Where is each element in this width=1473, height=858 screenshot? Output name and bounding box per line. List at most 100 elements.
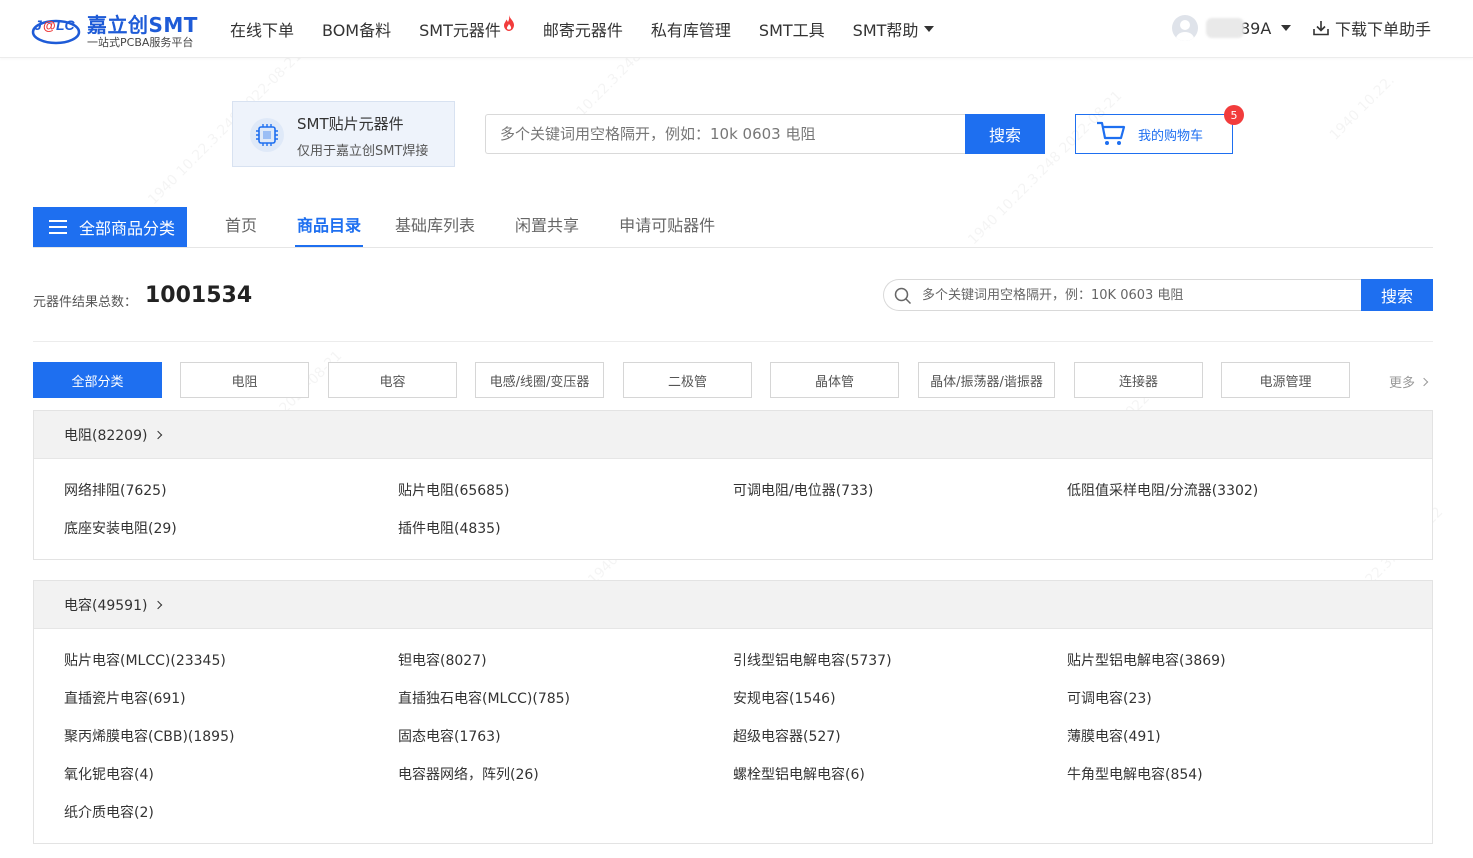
download-assistant-link[interactable]: 下载下单助手 — [1312, 16, 1431, 40]
panel-body: 网络排阻(7625) 贴片电阻(65685) 可调电阻/电位器(733) 低阻值… — [34, 459, 1432, 537]
smt-components-card[interactable]: SMT贴片元器件 仅用于嘉立创SMT焊接 — [232, 101, 455, 167]
pill-resistor[interactable]: 电阻 — [180, 362, 309, 398]
user-menu[interactable]: 89A — [1172, 14, 1292, 42]
subcategory-link[interactable]: 引线型铝电解电容(5737) — [733, 650, 892, 670]
pill-power-management[interactable]: 电源管理 — [1221, 362, 1350, 398]
result-count-label: 元器件结果总数： — [33, 295, 138, 310]
catalog-search-box — [883, 279, 1361, 311]
download-icon — [1313, 21, 1329, 36]
search-icon — [894, 287, 912, 305]
nav-smt-components[interactable]: SMT元器件 — [419, 15, 515, 41]
svg-text:@: @ — [43, 18, 56, 33]
pill-transistor[interactable]: 晶体管 — [770, 362, 899, 398]
subcategory-link[interactable]: 可调电阻/电位器(733) — [733, 480, 873, 500]
nav-label: 私有库管理 — [650, 21, 731, 40]
nav-label: 邮寄元器件 — [542, 21, 623, 40]
smt-card-subtitle: 仅用于嘉立创SMT焊接 — [297, 144, 429, 159]
nav-label: BOM备料 — [322, 21, 392, 40]
chip-icon — [250, 118, 284, 152]
panel-title: 电阻(82209) — [64, 427, 148, 444]
nav-label: 在线下单 — [230, 21, 295, 40]
pill-diode[interactable]: 二极管 — [623, 362, 752, 398]
subcategory-link[interactable]: 钽电容(8027) — [398, 650, 487, 670]
logo-mark-icon: J @ LC — [31, 17, 81, 45]
main-search-input[interactable] — [485, 114, 965, 154]
subcategory-link[interactable]: 网络排阻(7625) — [64, 480, 167, 500]
fire-icon — [503, 15, 514, 31]
pill-all[interactable]: 全部分类 — [33, 362, 162, 398]
svg-text:J: J — [34, 17, 43, 33]
user-name: 89A — [1240, 18, 1272, 38]
subcategory-link[interactable]: 低阻值采样电阻/分流器(3302) — [1067, 480, 1258, 500]
subcategory-link[interactable]: 薄膜电容(491) — [1067, 726, 1161, 746]
download-label: 下载下单助手 — [1335, 20, 1432, 39]
top-header: J @ LC 嘉立创SMT 一站式PCBA服务平台 在线下单 BOM备料 SMT… — [0, 0, 1473, 58]
subcategory-link[interactable]: 螺栓型铝电解电容(6) — [733, 764, 865, 784]
subcategory-link[interactable]: 安规电容(1546) — [733, 688, 836, 708]
all-categories-button[interactable]: 全部商品分类 — [33, 207, 187, 247]
subcategory-link[interactable]: 固态电容(1763) — [398, 726, 501, 746]
subcategory-link[interactable]: 电容器网络，阵列(26) — [398, 764, 539, 784]
all-categories-label: 全部商品分类 — [79, 219, 176, 238]
nav-private-library[interactable]: 私有库管理 — [651, 17, 731, 41]
subcategory-link[interactable]: 直插瓷片电容(691) — [64, 688, 186, 708]
nav-label: SMT工具 — [758, 21, 825, 40]
nav-smt-help[interactable]: SMT帮助 — [853, 17, 935, 41]
tab-home[interactable]: 首页 — [213, 207, 269, 247]
watermark: 1940 10.22. — [1327, 72, 1398, 143]
svg-text:LC: LC — [56, 17, 76, 33]
main-search-button[interactable]: 搜索 — [965, 114, 1045, 154]
caret-down-icon — [924, 26, 935, 32]
more-label: 更多 — [1389, 376, 1416, 391]
pill-inductor[interactable]: 电感/线圈/变压器 — [475, 362, 604, 398]
user-name-redacted — [1206, 18, 1244, 38]
menu-icon — [49, 220, 67, 234]
nav-label: SMT元器件 — [419, 21, 501, 40]
subcategory-link[interactable]: 直插独石电容(MLCC)(785) — [398, 688, 570, 708]
caret-down-icon — [1281, 25, 1292, 31]
tab-basic-library[interactable]: 基础库列表 — [383, 207, 487, 247]
pill-crystal[interactable]: 晶体/振荡器/谐振器 — [918, 362, 1055, 398]
pill-connector[interactable]: 连接器 — [1074, 362, 1203, 398]
subcategory-link[interactable]: 贴片型铝电解电容(3869) — [1067, 650, 1226, 670]
catalog-tabbar: 全部商品分类 首页 商品目录 基础库列表 闲置共享 申请可贴器件 — [33, 207, 1433, 248]
cart-icon — [1097, 121, 1126, 145]
subcategory-link[interactable]: 聚丙烯膜电容(CBB)(1895) — [64, 726, 234, 746]
subcategory-link[interactable]: 贴片电阻(65685) — [398, 480, 509, 500]
logo[interactable]: J @ LC 嘉立创SMT 一站式PCBA服务平台 — [31, 8, 206, 50]
catalog-search-input[interactable] — [922, 280, 1342, 310]
subcategory-link[interactable]: 超级电容器(527) — [733, 726, 841, 746]
panel-body: 贴片电容(MLCC)(23345) 钽电容(8027) 引线型铝电解电容(573… — [34, 629, 1432, 821]
category-panel-resistor: 电阻(82209) 网络排阻(7625) 贴片电阻(65685) 可调电阻/电位… — [33, 410, 1433, 560]
avatar-icon — [1172, 15, 1198, 41]
subcategory-link[interactable]: 纸介质电容(2) — [64, 802, 154, 822]
subcategory-link[interactable]: 牛角型电解电容(854) — [1067, 764, 1203, 784]
catalog-search-button[interactable]: 搜索 — [1361, 279, 1433, 311]
more-categories-link[interactable]: 更多 — [1389, 372, 1429, 391]
panel-title: 电容(49591) — [64, 597, 148, 614]
nav-bom[interactable]: BOM备料 — [322, 17, 391, 41]
nav-label: SMT帮助 — [852, 21, 919, 40]
subcategory-link[interactable]: 贴片电容(MLCC)(23345) — [64, 650, 226, 670]
tab-idle-share[interactable]: 闲置共享 — [503, 207, 591, 247]
tab-apply-placeable[interactable]: 申请可贴器件 — [607, 207, 727, 247]
subcategory-link[interactable]: 氧化铌电容(4) — [64, 764, 154, 784]
panel-header[interactable]: 电容(49591) — [34, 581, 1432, 629]
chevron-right-icon — [1419, 377, 1429, 386]
panel-header[interactable]: 电阻(82209) — [34, 411, 1432, 459]
nav-online-order[interactable]: 在线下单 — [230, 17, 294, 41]
pill-capacitor[interactable]: 电容 — [328, 362, 457, 398]
subcategory-link[interactable]: 插件电阻(4835) — [398, 518, 501, 538]
result-count-value: 1001534 — [145, 283, 253, 308]
subcategory-link[interactable]: 底座安装电阻(29) — [64, 518, 177, 538]
chevron-right-icon — [154, 430, 163, 439]
tab-product-catalog[interactable]: 商品目录 — [295, 207, 364, 247]
logo-subtitle: 一站式PCBA服务平台 — [87, 36, 194, 49]
nav-mail-components[interactable]: 邮寄元器件 — [543, 17, 623, 41]
cart-button[interactable]: 我的购物车 5 — [1075, 105, 1244, 154]
chevron-right-icon — [154, 600, 163, 609]
category-panel-capacitor: 电容(49591) 贴片电容(MLCC)(23345) 钽电容(8027) 引线… — [33, 580, 1433, 844]
nav-smt-tools[interactable]: SMT工具 — [759, 17, 825, 41]
subcategory-link[interactable]: 可调电容(23) — [1067, 688, 1152, 708]
smt-card-title: SMT贴片元器件 — [297, 115, 404, 133]
